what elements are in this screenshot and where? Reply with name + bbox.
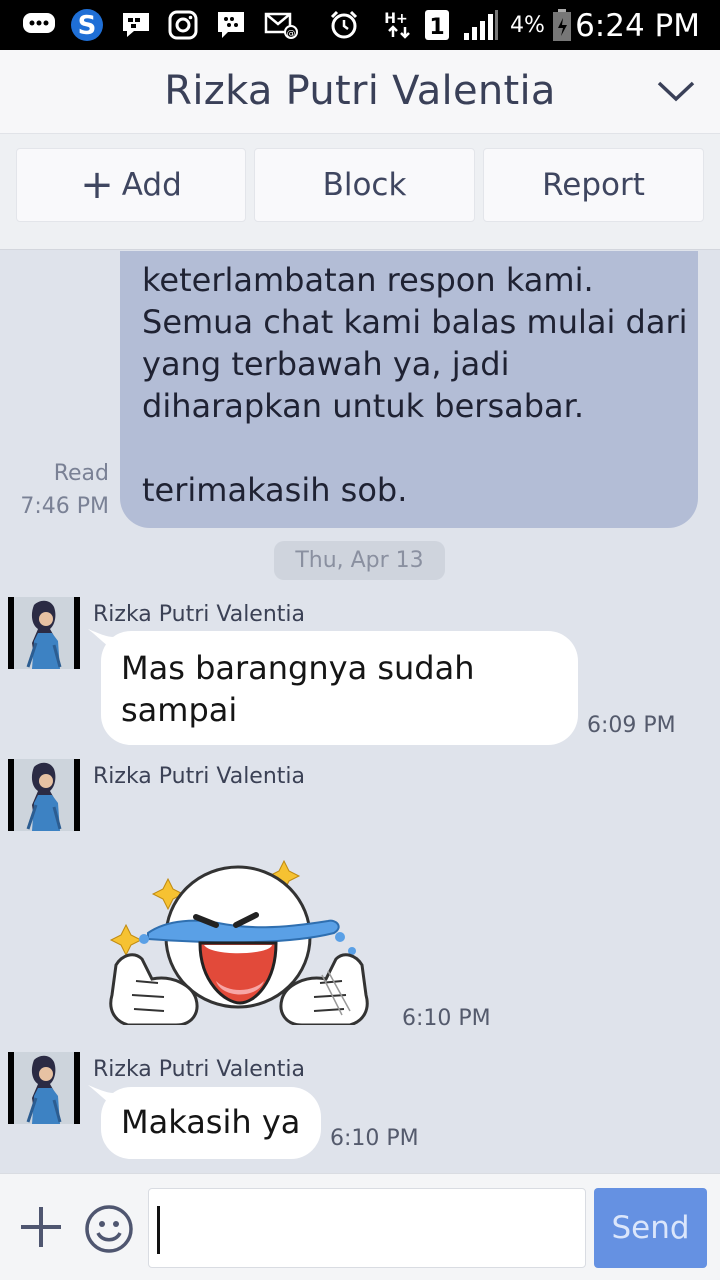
- emoji-icon[interactable]: [84, 1204, 134, 1254]
- email-icon: @: [264, 9, 298, 41]
- add-friend-button[interactable]: + Add: [16, 148, 246, 222]
- message-time: 7:46 PM: [20, 494, 109, 519]
- read-receipt: Read 7:46 PM: [20, 457, 109, 523]
- message-line: Semua chat kami balas mulai dari: [142, 303, 688, 341]
- message-line: yang terbawah ya, jadi: [142, 345, 510, 383]
- alarm-icon: [328, 9, 360, 41]
- chat-history[interactable]: keterlambatan respon kami. Semua chat ka…: [0, 251, 720, 1173]
- svg-text:S: S: [78, 11, 97, 41]
- battery-icon: [552, 9, 572, 41]
- status-time: 6:24 PM: [575, 8, 700, 44]
- data-icon: H+: [384, 9, 416, 41]
- text-cursor: [157, 1206, 160, 1254]
- svg-text:@: @: [287, 29, 296, 39]
- send-button[interactable]: Send: [594, 1188, 707, 1268]
- status-bar: S @ H+ 1 4% 6:24 PM: [0, 0, 720, 50]
- instagram-icon: [168, 9, 198, 41]
- signal-icon: [462, 9, 500, 41]
- svg-text:H+: H+: [384, 11, 407, 27]
- sim-slot-icon: 1: [424, 9, 450, 41]
- laughing-crying-thumbs-up-sticker[interactable]: [108, 805, 370, 1025]
- plus-icon[interactable]: [18, 1204, 64, 1250]
- chat-header: Rizka Putri Valentia: [0, 50, 720, 134]
- svg-text:1: 1: [429, 15, 444, 40]
- message-line: Mas barangnya sudah: [121, 649, 475, 687]
- avatar[interactable]: [8, 759, 80, 831]
- sender-name: Rizka Putri Valentia: [93, 602, 306, 627]
- message-line: keterlambatan respon kami.: [142, 261, 594, 299]
- plus-icon: +: [80, 162, 114, 208]
- message-line: terimakasih sob.: [142, 471, 408, 509]
- message-input[interactable]: [148, 1188, 586, 1268]
- message-time: 6:10 PM: [402, 1006, 491, 1031]
- read-label: Read: [53, 461, 109, 486]
- block-label: Block: [322, 167, 407, 203]
- s-app-icon: S: [68, 9, 106, 41]
- battery-percent: 4%: [510, 13, 545, 38]
- message-line: [142, 427, 678, 469]
- contact-actions-bar: + Add Block Report: [0, 134, 720, 250]
- block-button[interactable]: Block: [254, 148, 475, 222]
- incoming-message-bubble[interactable]: Makasih ya: [101, 1087, 321, 1159]
- message-time: 6:10 PM: [330, 1126, 419, 1151]
- message-line: sampai: [121, 691, 238, 729]
- message-time: 6:09 PM: [587, 713, 676, 738]
- avatar[interactable]: [8, 1052, 80, 1124]
- message-line: diharapkan untuk bersabar.: [142, 387, 585, 425]
- contact-name-title[interactable]: Rizka Putri Valentia: [0, 68, 720, 114]
- outgoing-message-bubble[interactable]: keterlambatan respon kami. Semua chat ka…: [120, 251, 698, 528]
- message-line: Makasih ya: [121, 1103, 301, 1141]
- incoming-message-bubble[interactable]: Mas barangnya sudah sampai: [101, 631, 578, 745]
- avatar[interactable]: [8, 597, 80, 669]
- add-label: Add: [121, 167, 182, 203]
- message-input-bar: Send: [0, 1173, 720, 1280]
- bbm-icon: [120, 9, 152, 41]
- report-button[interactable]: Report: [483, 148, 704, 222]
- report-label: Report: [542, 167, 645, 203]
- sender-name: Rizka Putri Valentia: [93, 764, 306, 789]
- sender-name: Rizka Putri Valentia: [93, 1057, 306, 1082]
- blackberry-icon: [216, 9, 246, 41]
- chevron-down-icon[interactable]: [656, 76, 696, 108]
- date-divider: Thu, Apr 13: [274, 541, 445, 580]
- bbm-chat-icon: [22, 9, 56, 41]
